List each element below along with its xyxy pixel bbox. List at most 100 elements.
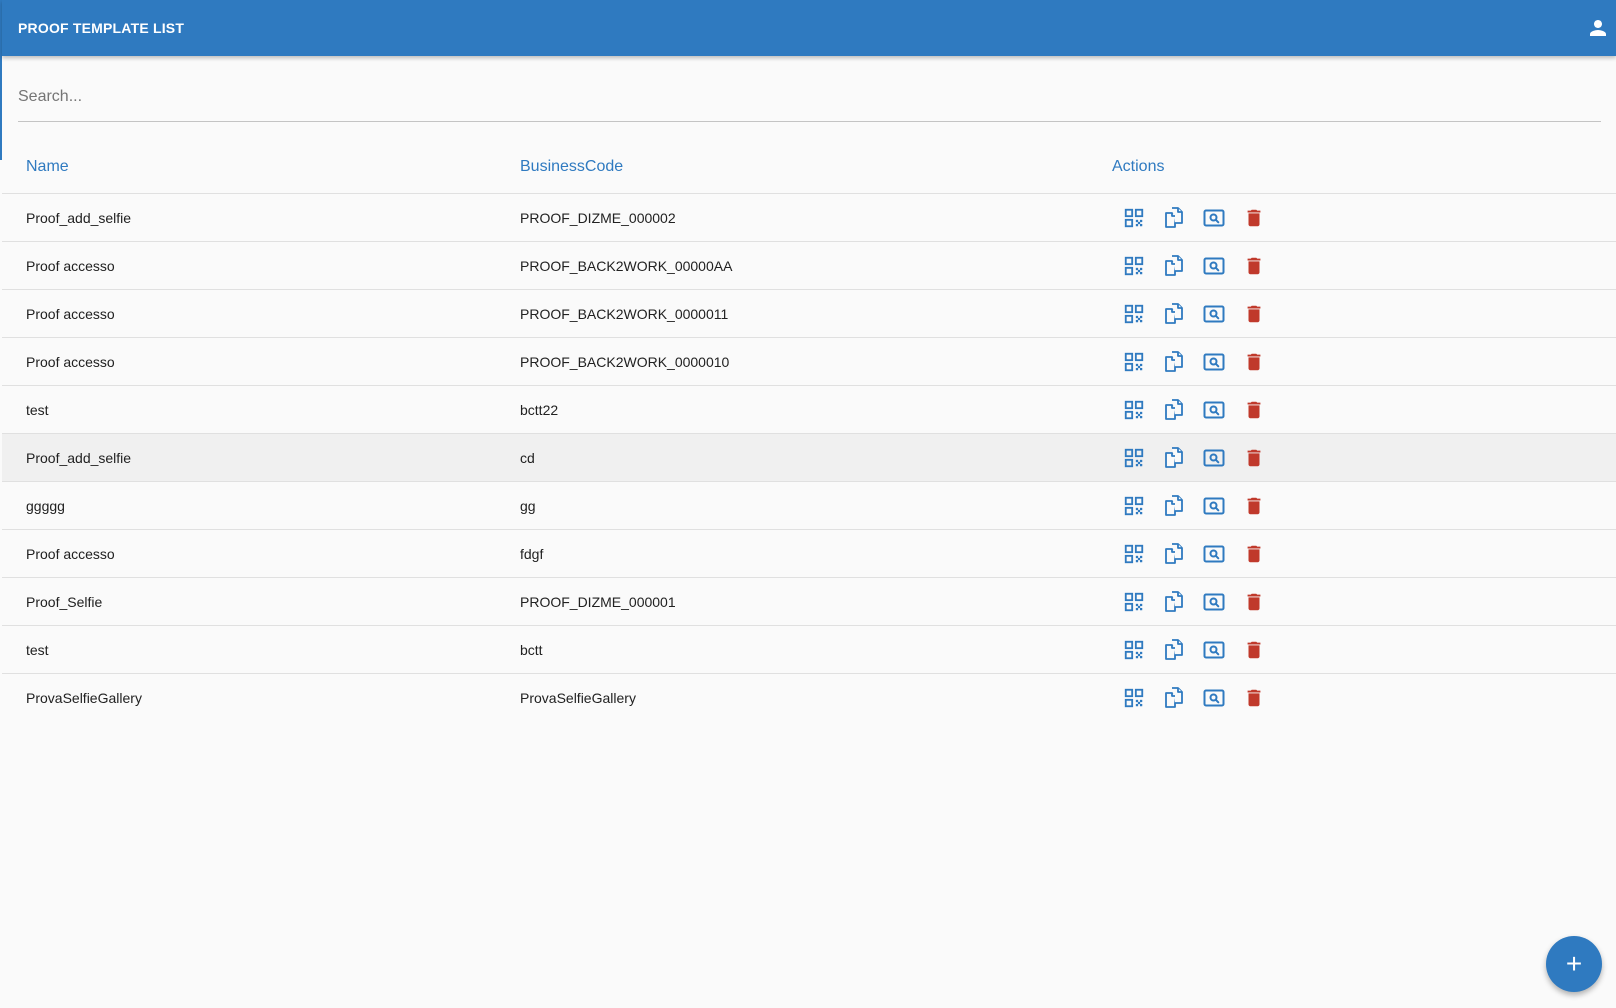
copy-icon — [1162, 254, 1186, 278]
duplicate-button[interactable] — [1162, 638, 1186, 662]
qr-code-button[interactable] — [1122, 446, 1146, 470]
cell-business-code: PROOF_BACK2WORK_0000010 — [520, 353, 730, 370]
qr-code-button[interactable] — [1122, 494, 1146, 518]
table-row[interactable]: Proof accesso PROOF_BACK2WORK_00000AA — [2, 242, 1616, 290]
delete-button[interactable] — [1242, 686, 1266, 710]
cell-business-code: PROOF_BACK2WORK_0000011 — [520, 305, 729, 322]
duplicate-button[interactable] — [1162, 494, 1186, 518]
copy-icon — [1162, 590, 1186, 614]
duplicate-button[interactable] — [1162, 302, 1186, 326]
delete-button[interactable] — [1242, 446, 1266, 470]
qr-code-button[interactable] — [1122, 638, 1146, 662]
copy-icon — [1162, 302, 1186, 326]
search-input[interactable] — [18, 76, 1601, 118]
row-actions — [1122, 206, 1266, 230]
cell-business-code: PROOF_BACK2WORK_00000AA — [520, 257, 733, 274]
delete-icon — [1243, 447, 1265, 469]
column-header-name[interactable]: Name — [26, 158, 69, 176]
delete-button[interactable] — [1242, 542, 1266, 566]
qr-code-button[interactable] — [1122, 686, 1146, 710]
delete-button[interactable] — [1242, 494, 1266, 518]
row-actions — [1122, 254, 1266, 278]
delete-button[interactable] — [1242, 254, 1266, 278]
qr-code-icon — [1123, 303, 1145, 325]
delete-button[interactable] — [1242, 206, 1266, 230]
cell-business-code: bctt — [520, 641, 543, 658]
preview-button[interactable] — [1202, 494, 1226, 518]
preview-button[interactable] — [1202, 254, 1226, 278]
table-row[interactable]: ProvaSelfieGallery ProvaSelfieGallery — [2, 674, 1616, 722]
delete-icon — [1243, 255, 1265, 277]
duplicate-button[interactable] — [1162, 542, 1186, 566]
delete-button[interactable] — [1242, 350, 1266, 374]
row-actions — [1122, 494, 1266, 518]
cell-name: Proof accesso — [26, 353, 115, 370]
preview-button[interactable] — [1202, 302, 1226, 326]
qr-code-icon — [1123, 543, 1145, 565]
copy-icon — [1162, 686, 1186, 710]
table-row[interactable]: Proof accesso PROOF_BACK2WORK_0000011 — [2, 290, 1616, 338]
table-row[interactable]: Proof_add_selfie PROOF_DIZME_000002 — [2, 194, 1616, 242]
preview-icon — [1202, 590, 1226, 614]
delete-button[interactable] — [1242, 302, 1266, 326]
preview-button[interactable] — [1202, 638, 1226, 662]
preview-button[interactable] — [1202, 542, 1226, 566]
duplicate-button[interactable] — [1162, 350, 1186, 374]
app-bar: PROOF TEMPLATE LIST — [2, 0, 1616, 56]
row-actions — [1122, 686, 1266, 710]
duplicate-button[interactable] — [1162, 686, 1186, 710]
cell-name: ProvaSelfieGallery — [26, 690, 142, 706]
row-actions — [1122, 638, 1266, 662]
column-header-actions: Actions — [1112, 158, 1165, 175]
qr-code-button[interactable] — [1122, 254, 1146, 278]
delete-button[interactable] — [1242, 398, 1266, 422]
delete-icon — [1243, 399, 1265, 421]
preview-button[interactable] — [1202, 350, 1226, 374]
table-row[interactable]: ggggg gg — [2, 482, 1616, 530]
column-header-business-code[interactable]: BusinessCode — [520, 158, 623, 176]
qr-code-button[interactable] — [1122, 398, 1146, 422]
duplicate-button[interactable] — [1162, 398, 1186, 422]
copy-icon — [1162, 206, 1186, 230]
table-row[interactable]: Proof_add_selfie cd — [2, 434, 1616, 482]
duplicate-button[interactable] — [1162, 254, 1186, 278]
table-row[interactable]: test bctt — [2, 626, 1616, 674]
cell-business-code: ProvaSelfieGallery — [520, 690, 636, 706]
duplicate-button[interactable] — [1162, 590, 1186, 614]
preview-icon — [1202, 302, 1226, 326]
duplicate-button[interactable] — [1162, 446, 1186, 470]
preview-button[interactable] — [1202, 446, 1226, 470]
preview-icon — [1202, 542, 1226, 566]
delete-icon — [1243, 207, 1265, 229]
table-row[interactable]: Proof_Selfie PROOF_DIZME_000001 — [2, 578, 1616, 626]
copy-icon — [1162, 446, 1186, 470]
user-account-button[interactable] — [1582, 12, 1614, 44]
delete-button[interactable] — [1242, 590, 1266, 614]
preview-icon — [1202, 494, 1226, 518]
delete-icon — [1243, 687, 1265, 709]
preview-button[interactable] — [1202, 398, 1226, 422]
preview-button[interactable] — [1202, 206, 1226, 230]
qr-code-icon — [1123, 495, 1145, 517]
table-row[interactable]: test bctt22 — [2, 386, 1616, 434]
qr-code-button[interactable] — [1122, 302, 1146, 326]
cell-business-code: PROOF_DIZME_000002 — [520, 209, 676, 226]
qr-code-button[interactable] — [1122, 206, 1146, 230]
add-template-button[interactable]: + — [1546, 936, 1602, 992]
table-row[interactable]: Proof accesso PROOF_BACK2WORK_0000010 — [2, 338, 1616, 386]
delete-icon — [1243, 639, 1265, 661]
cell-name: ggggg — [26, 497, 65, 514]
cell-name: Proof accesso — [26, 305, 115, 322]
row-actions — [1122, 446, 1266, 470]
duplicate-button[interactable] — [1162, 206, 1186, 230]
qr-code-button[interactable] — [1122, 542, 1146, 566]
qr-code-button[interactable] — [1122, 350, 1146, 374]
preview-icon — [1202, 686, 1226, 710]
table-row[interactable]: Proof accesso fdgf — [2, 530, 1616, 578]
cell-name: Proof_add_selfie — [26, 449, 132, 466]
delete-button[interactable] — [1242, 638, 1266, 662]
preview-button[interactable] — [1202, 590, 1226, 614]
preview-button[interactable] — [1202, 686, 1226, 710]
qr-code-button[interactable] — [1122, 590, 1146, 614]
row-actions — [1122, 542, 1266, 566]
